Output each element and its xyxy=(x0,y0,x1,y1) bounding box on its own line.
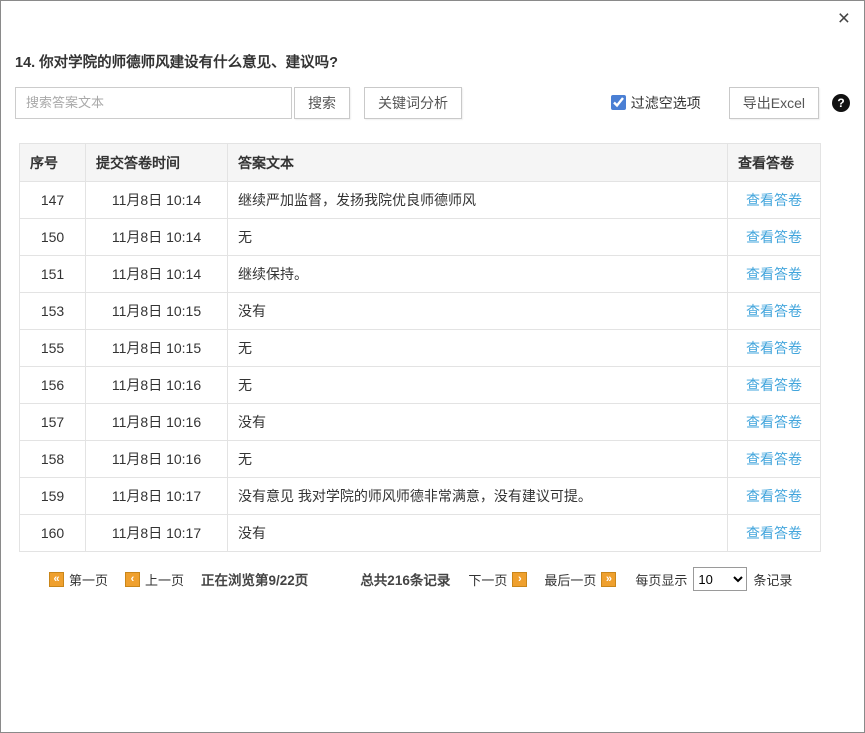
answers-table-body: 147 11月8日 10:14 继续严加监督，发扬我院优良师德师风 查看答卷 1… xyxy=(20,182,821,552)
row-number: 150 xyxy=(20,219,86,256)
filter-empty-label: 过滤空选项 xyxy=(631,93,701,113)
close-icon[interactable]: × xyxy=(838,7,850,31)
question-title: 14. 你对学院的师德师风建设有什么意见、建议吗? xyxy=(15,51,850,72)
table-row: 151 11月8日 10:14 继续保持。 查看答卷 xyxy=(20,256,821,293)
next-page-label: 下一页 xyxy=(468,570,507,589)
filter-empty-checkbox[interactable] xyxy=(611,95,626,110)
table-row: 147 11月8日 10:14 继续严加监督，发扬我院优良师德师风 查看答卷 xyxy=(20,182,821,219)
next-page-button[interactable]: 下一页 › xyxy=(468,570,527,589)
export-excel-button[interactable]: 导出Excel xyxy=(729,87,819,119)
prev-page-icon[interactable]: ‹ xyxy=(125,572,140,587)
view-answer-link[interactable]: 查看答卷 xyxy=(746,340,802,356)
view-answer-link[interactable]: 查看答卷 xyxy=(746,414,802,430)
row-answer-text: 无 xyxy=(228,219,728,256)
row-answer-text: 无 xyxy=(228,367,728,404)
row-view-cell: 查看答卷 xyxy=(728,256,821,293)
first-page-label: 第一页 xyxy=(69,570,108,589)
toolbar: 搜索 关键词分析 过滤空选项 导出Excel ? xyxy=(15,86,850,119)
table-header-row: 序号 提交答卷时间 答案文本 查看答卷 xyxy=(20,144,821,182)
view-answer-link[interactable]: 查看答卷 xyxy=(746,377,802,393)
per-page-control: 每页显示 10 条记录 xyxy=(635,567,792,591)
first-page-icon[interactable]: « xyxy=(49,572,64,587)
row-view-cell: 查看答卷 xyxy=(728,367,821,404)
row-view-cell: 查看答卷 xyxy=(728,293,821,330)
row-answer-text: 无 xyxy=(228,441,728,478)
row-answer-text: 没有 xyxy=(228,515,728,552)
row-number: 158 xyxy=(20,441,86,478)
total-records-status: 总共216条记录 xyxy=(360,569,450,589)
pagination-bar: « 第一页 ‹ 上一页 正在浏览第9/22页 总共216条记录 下一页 › 最后… xyxy=(49,567,864,591)
header-submit-time: 提交答卷时间 xyxy=(86,144,228,182)
prev-page-button[interactable]: ‹ 上一页 xyxy=(125,570,184,589)
table-row: 150 11月8日 10:14 无 查看答卷 xyxy=(20,219,821,256)
help-icon[interactable]: ? xyxy=(832,94,850,112)
view-answer-link[interactable]: 查看答卷 xyxy=(746,229,802,245)
per-page-suffix: 条记录 xyxy=(753,570,792,589)
answers-table: 序号 提交答卷时间 答案文本 查看答卷 147 11月8日 10:14 继续严加… xyxy=(19,143,821,552)
row-number: 155 xyxy=(20,330,86,367)
table-row: 160 11月8日 10:17 没有 查看答卷 xyxy=(20,515,821,552)
header-view-answer: 查看答卷 xyxy=(728,144,821,182)
answers-dialog: × 14. 你对学院的师德师风建设有什么意见、建议吗? 搜索 关键词分析 过滤空… xyxy=(0,0,865,733)
header-no: 序号 xyxy=(20,144,86,182)
last-page-icon[interactable]: » xyxy=(601,572,616,587)
first-page-button[interactable]: « 第一页 xyxy=(49,570,108,589)
prev-page-label: 上一页 xyxy=(145,570,184,589)
row-submit-time: 11月8日 10:16 xyxy=(86,404,228,441)
row-view-cell: 查看答卷 xyxy=(728,478,821,515)
row-answer-text: 没有 xyxy=(228,293,728,330)
row-number: 151 xyxy=(20,256,86,293)
row-submit-time: 11月8日 10:16 xyxy=(86,441,228,478)
row-number: 159 xyxy=(20,478,86,515)
row-submit-time: 11月8日 10:16 xyxy=(86,367,228,404)
row-submit-time: 11月8日 10:14 xyxy=(86,219,228,256)
table-row: 156 11月8日 10:16 无 查看答卷 xyxy=(20,367,821,404)
view-answer-link[interactable]: 查看答卷 xyxy=(746,303,802,319)
header-answer-text: 答案文本 xyxy=(228,144,728,182)
last-page-label: 最后一页 xyxy=(544,570,596,589)
row-number: 153 xyxy=(20,293,86,330)
search-input[interactable] xyxy=(15,87,292,119)
current-page-status: 正在浏览第9/22页 xyxy=(201,569,308,589)
row-answer-text: 继续严加监督，发扬我院优良师德师风 xyxy=(228,182,728,219)
view-answer-link[interactable]: 查看答卷 xyxy=(746,192,802,208)
row-answer-text: 无 xyxy=(228,330,728,367)
filter-empty-option: 过滤空选项 xyxy=(611,93,701,113)
per-page-prefix: 每页显示 xyxy=(635,570,687,589)
row-view-cell: 查看答卷 xyxy=(728,219,821,256)
view-answer-link[interactable]: 查看答卷 xyxy=(746,266,802,282)
table-row: 155 11月8日 10:15 无 查看答卷 xyxy=(20,330,821,367)
table-row: 157 11月8日 10:16 没有 查看答卷 xyxy=(20,404,821,441)
view-answer-link[interactable]: 查看答卷 xyxy=(746,488,802,504)
view-answer-link[interactable]: 查看答卷 xyxy=(746,525,802,541)
keyword-analysis-button[interactable]: 关键词分析 xyxy=(364,87,462,119)
view-answer-link[interactable]: 查看答卷 xyxy=(746,451,802,467)
row-submit-time: 11月8日 10:14 xyxy=(86,182,228,219)
row-submit-time: 11月8日 10:14 xyxy=(86,256,228,293)
row-answer-text: 没有 xyxy=(228,404,728,441)
row-number: 157 xyxy=(20,404,86,441)
next-page-icon[interactable]: › xyxy=(512,572,527,587)
row-view-cell: 查看答卷 xyxy=(728,441,821,478)
row-view-cell: 查看答卷 xyxy=(728,515,821,552)
row-submit-time: 11月8日 10:15 xyxy=(86,293,228,330)
row-submit-time: 11月8日 10:17 xyxy=(86,478,228,515)
row-number: 156 xyxy=(20,367,86,404)
table-row: 159 11月8日 10:17 没有意见 我对学院的师风师德非常满意，没有建议可… xyxy=(20,478,821,515)
table-row: 153 11月8日 10:15 没有 查看答卷 xyxy=(20,293,821,330)
row-number: 147 xyxy=(20,182,86,219)
per-page-select[interactable]: 10 xyxy=(693,567,747,591)
row-submit-time: 11月8日 10:15 xyxy=(86,330,228,367)
row-view-cell: 查看答卷 xyxy=(728,404,821,441)
row-view-cell: 查看答卷 xyxy=(728,182,821,219)
table-row: 158 11月8日 10:16 无 查看答卷 xyxy=(20,441,821,478)
row-answer-text: 没有意见 我对学院的师风师德非常满意，没有建议可提。 xyxy=(228,478,728,515)
row-number: 160 xyxy=(20,515,86,552)
row-view-cell: 查看答卷 xyxy=(728,330,821,367)
row-answer-text: 继续保持。 xyxy=(228,256,728,293)
row-submit-time: 11月8日 10:17 xyxy=(86,515,228,552)
last-page-button[interactable]: 最后一页 » xyxy=(544,570,616,589)
search-button[interactable]: 搜索 xyxy=(294,87,350,119)
